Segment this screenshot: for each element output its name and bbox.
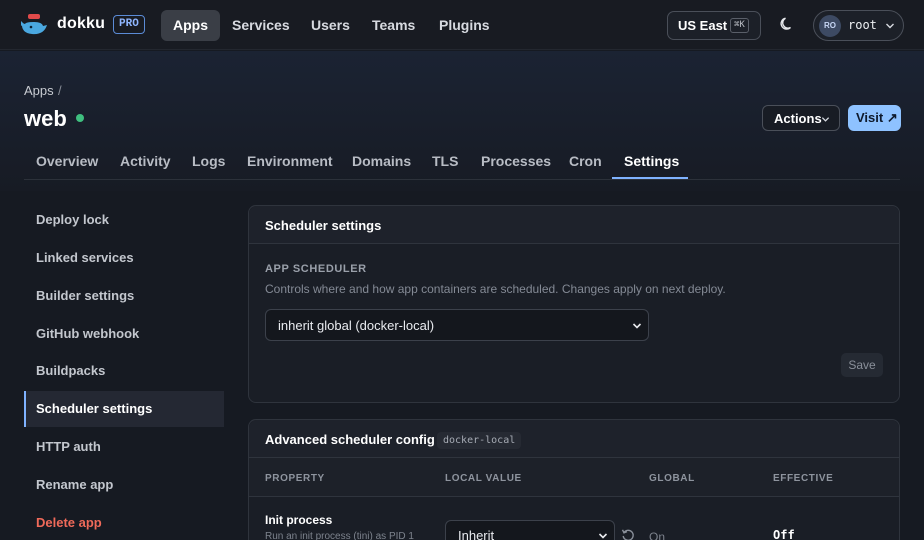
tab-tls[interactable]: TLS [432, 153, 458, 169]
breadcrumb-separator: / [58, 83, 62, 98]
property-description: Run an init process (tini) as PID 1 [265, 531, 414, 540]
column-header-global: GLOBAL [649, 473, 695, 484]
reset-icon[interactable] [621, 528, 635, 540]
dokku-whale-logo[interactable] [20, 13, 48, 37]
tab-settings[interactable]: Settings [624, 153, 679, 169]
nav-apps[interactable]: Apps [161, 10, 220, 41]
chevron-down-icon [632, 323, 642, 329]
page-title: web [24, 106, 67, 131]
tab-overview[interactable]: Overview [36, 153, 98, 169]
panel-title: Advanced scheduler config [265, 432, 435, 447]
sidebar-item-rename-app[interactable]: Rename app [24, 467, 224, 503]
panel-title: Scheduler settings [265, 218, 382, 233]
moon-icon[interactable] [779, 16, 795, 32]
column-header-effective: EFFECTIVE [773, 473, 834, 484]
actions-button[interactable]: Actions [762, 105, 840, 131]
global-value: On [649, 530, 666, 540]
chevron-down-icon [886, 23, 894, 29]
actions-label: Actions [774, 111, 822, 126]
breadcrumb-apps[interactable]: Apps [24, 83, 54, 98]
sidebar-item-scheduler-settings[interactable]: Scheduler settings [24, 391, 224, 427]
command-shortcut: ⌘K [730, 18, 749, 33]
column-header-property: PROPERTY [265, 473, 325, 484]
sidebar-item-deploy-lock[interactable]: Deploy lock [24, 202, 224, 238]
status-indicator [76, 114, 84, 122]
local-value-text: Inherit [458, 528, 495, 540]
chevron-down-icon [821, 117, 830, 122]
scheduler-badge: docker-local [437, 432, 522, 449]
nav-teams[interactable]: Teams [360, 10, 427, 41]
sidebar-item-github-webhook[interactable]: GitHub webhook [24, 316, 224, 352]
brand-name[interactable]: dokku [57, 15, 105, 33]
pro-badge: PRO [113, 15, 145, 34]
nav-users[interactable]: Users [299, 10, 362, 41]
sidebar-item-builder-settings[interactable]: Builder settings [24, 278, 224, 314]
table-header: PROPERTY LOCAL VALUE GLOBAL EFFECTIVE [249, 458, 899, 497]
save-button[interactable]: Save [841, 353, 883, 377]
tab-cron[interactable]: Cron [569, 153, 602, 169]
nav-services[interactable]: Services [220, 10, 302, 41]
top-navigation: dokku PRO Apps Services Users Teams Plug… [0, 0, 924, 50]
tab-domains[interactable]: Domains [352, 153, 411, 169]
tab-logs[interactable]: Logs [192, 153, 225, 169]
sidebar-item-buildpacks[interactable]: Buildpacks [24, 353, 224, 389]
user-menu[interactable]: RO root [813, 10, 904, 41]
app-scheduler-label: APP SCHEDULER [265, 263, 367, 275]
visit-button[interactable]: Visit ↗ [848, 105, 901, 131]
tab-processes[interactable]: Processes [481, 153, 551, 169]
app-tabs: Overview Activity Logs Environment Domai… [24, 145, 900, 180]
scheduler-select[interactable]: inherit global (docker-local) [265, 309, 649, 341]
sidebar-item-delete-app[interactable]: Delete app [24, 505, 224, 540]
app-scheduler-help: Controls where and how app containers ar… [265, 282, 726, 296]
sidebar-item-http-auth[interactable]: HTTP auth [24, 429, 224, 465]
effective-value: Off [773, 528, 795, 540]
local-value-select[interactable]: Inherit [445, 520, 615, 540]
column-header-local-value: LOCAL VALUE [445, 473, 522, 484]
scheduler-settings-panel: Scheduler settings APP SCHEDULER Control… [248, 205, 900, 403]
tab-environment[interactable]: Environment [247, 153, 333, 169]
avatar: RO [819, 15, 841, 37]
region-switcher[interactable]: US East ⌘K [667, 11, 761, 40]
region-label: US East [678, 18, 728, 33]
visit-label: Visit ↗ [856, 110, 898, 125]
property-name: Init process [265, 513, 333, 527]
tab-activity[interactable]: Activity [120, 153, 171, 169]
active-tab-indicator [612, 177, 688, 179]
user-name: root [848, 18, 877, 32]
scheduler-select-value: inherit global (docker-local) [278, 318, 435, 333]
nav-plugins[interactable]: Plugins [427, 10, 502, 41]
sidebar-item-linked-services[interactable]: Linked services [24, 240, 224, 276]
advanced-scheduler-panel: Advanced scheduler config docker-local P… [248, 419, 900, 540]
chevron-down-icon [598, 533, 608, 539]
